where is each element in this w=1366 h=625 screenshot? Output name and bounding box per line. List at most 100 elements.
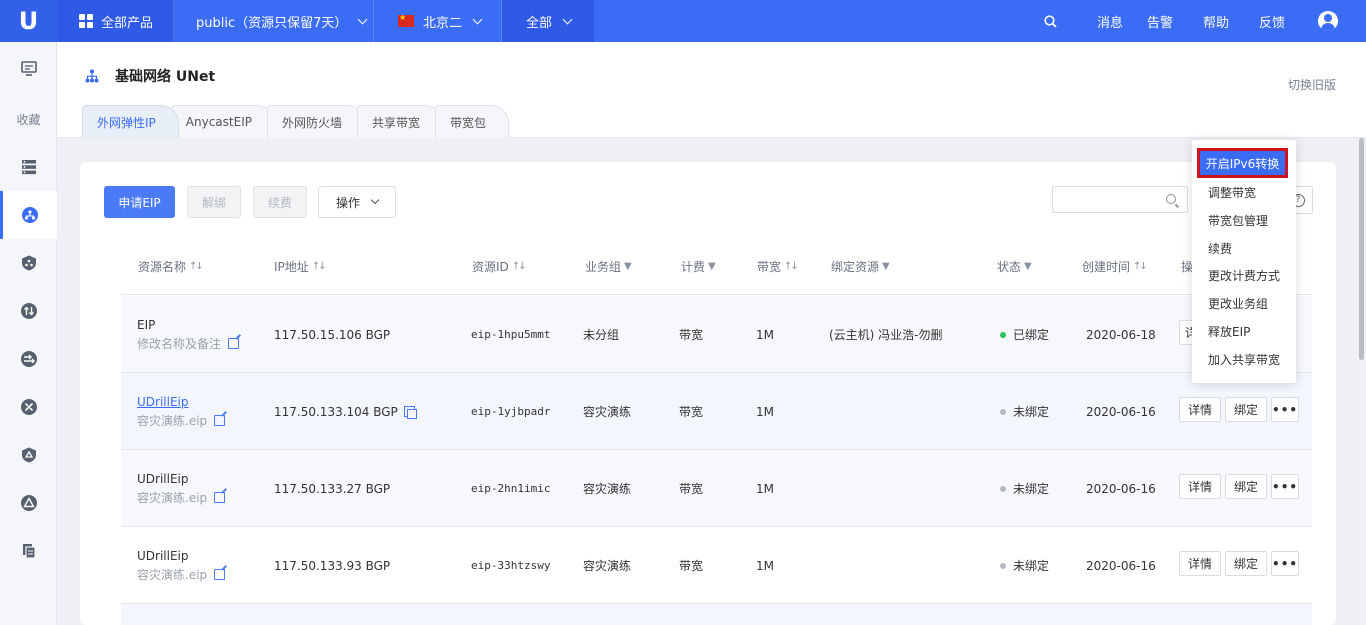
menu-item-change-billing[interactable]: 更改计费方式 [1208, 267, 1280, 284]
more-actions-button[interactable]: ••• [1271, 397, 1300, 422]
help-link[interactable]: 帮助 [1203, 0, 1229, 42]
billing-type: 带宽 [679, 559, 704, 573]
apply-eip-button[interactable]: 申请EIP [104, 186, 175, 218]
sidebar-item-security[interactable] [0, 239, 57, 287]
detail-button[interactable]: 详情 [1179, 397, 1222, 422]
column-header-created[interactable]: 创建时间 ↑↓ [1082, 238, 1148, 295]
row-actions: 详情 绑定 ••• [1179, 551, 1300, 576]
column-header-billing[interactable]: 计费 ▼ [681, 238, 716, 295]
project-selector[interactable]: public（资源只保留7天） [174, 0, 374, 42]
sidebar-item-transfer[interactable] [0, 287, 57, 335]
table-row[interactable]: EIP 修改名称及备注 117.50.15.106 BGP eip-1hpu5m… [121, 296, 1312, 373]
page-title-text: 基础网络 UNet [115, 69, 216, 85]
edit-icon[interactable] [214, 569, 226, 580]
search-input[interactable] [1052, 186, 1188, 213]
top-navigation-bar: U 全部产品 public（资源只保留7天） 北京二 全部 消息 告警 帮助 反… [0, 0, 1366, 42]
messages-link[interactable]: 消息 [1097, 0, 1123, 42]
sidebar-item-gateway[interactable] [0, 335, 57, 383]
more-actions-button[interactable]: ••• [1271, 474, 1300, 499]
sidebar: 收藏 [0, 42, 57, 625]
more-actions-button[interactable]: ••• [1271, 551, 1300, 576]
menu-item-adjust-bandwidth[interactable]: 调整带宽 [1208, 184, 1256, 201]
sidebar-item-documents[interactable] [0, 527, 57, 575]
bind-button[interactable]: 绑定 [1225, 474, 1268, 499]
bandwidth-value: 1M [756, 481, 774, 496]
ip-address: 117.50.133.104 BGP [274, 404, 398, 419]
page-scrollbar[interactable] [1357, 138, 1366, 625]
china-flag-icon [398, 13, 414, 27]
resource-id: eip-1yjbpadr [471, 405, 551, 418]
tab-anycast-eip[interactable]: AnycastEIP [170, 105, 275, 138]
edit-icon[interactable] [228, 338, 240, 349]
tab-firewall[interactable]: 外网防火墙 [266, 105, 365, 138]
remark-text: 容灾演练.eip [137, 413, 208, 428]
header-label: IP地址 [274, 260, 309, 274]
menu-item-release-eip[interactable]: 释放EIP [1208, 323, 1250, 340]
column-header-group[interactable]: 业务组 ▼ [585, 238, 632, 295]
column-header-status[interactable]: 状态 ▼ [997, 238, 1032, 295]
network-icon [22, 207, 38, 223]
filter-icon: ▼ [708, 261, 716, 272]
sidebar-item-database[interactable] [0, 143, 57, 191]
table-row[interactable] [121, 604, 1312, 625]
sidebar-item-monitor[interactable] [0, 44, 57, 92]
bandwidth-value: 1M [756, 404, 774, 419]
column-header-ip[interactable]: IP地址 ↑↓ [274, 238, 327, 295]
column-header-id[interactable]: 资源ID ↑↓ [472, 238, 527, 295]
unbind-button[interactable]: 解绑 [187, 186, 241, 218]
copy-icon[interactable] [403, 406, 417, 419]
triangle-circle-icon [20, 495, 37, 511]
feedback-link[interactable]: 反馈 [1259, 0, 1285, 42]
table-row[interactable]: UDrillEip 容灾演练.eip 117.50.133.104 BGP ei… [121, 373, 1312, 450]
menu-item-change-group[interactable]: 更改业务组 [1208, 295, 1268, 312]
resource-name: UDrillEip [137, 471, 189, 486]
renew-button[interactable]: 续费 [253, 186, 307, 218]
filter-icon: ▼ [882, 261, 890, 272]
region-selector[interactable]: 北京二 [374, 0, 502, 42]
column-header-bound[interactable]: 绑定资源 ▼ [831, 238, 890, 295]
sidebar-item-protection[interactable] [0, 431, 57, 479]
menu-item-renew[interactable]: 续费 [1208, 240, 1232, 257]
user-avatar[interactable] [1318, 0, 1338, 42]
filter-icon: ▼ [624, 261, 632, 272]
sidebar-item-cdn[interactable] [0, 479, 57, 527]
sidebar-item-favorites[interactable]: 收藏 [0, 95, 57, 143]
edit-icon[interactable] [214, 415, 226, 426]
sidebar-item-network[interactable] [0, 191, 57, 239]
switch-old-version-link[interactable]: 切换旧版 [1288, 76, 1336, 93]
edit-icon[interactable] [214, 492, 226, 503]
business-group: 容灾演练 [583, 559, 632, 573]
scope-selector[interactable]: 全部 [502, 0, 594, 42]
column-header-bandwidth[interactable]: 带宽 ↑↓ [757, 238, 799, 295]
tab-elastic-ip[interactable]: 外网弹性IP [82, 105, 179, 138]
business-group: 容灾演练 [583, 405, 632, 419]
bound-resource[interactable]: (云主机) 冯业浩-勿删 [829, 296, 943, 373]
table-header: 资源名称 ↑↓ IP地址 ↑↓ 资源ID ↑↓ 业务组 ▼ 计费 ▼ 带宽 ↑↓ 绑定资源 ▼… [121, 238, 1312, 295]
menu-item-join-shared-bandwidth[interactable]: 加入共享带宽 [1208, 351, 1280, 368]
sidebar-item-tools[interactable] [0, 383, 57, 431]
bind-button[interactable]: 绑定 [1225, 551, 1268, 576]
table-row[interactable]: UDrillEip 容灾演练.eip 117.50.133.93 BGP eip… [121, 527, 1312, 604]
scrollbar-thumb[interactable] [1359, 138, 1364, 360]
detail-button[interactable]: 详情 [1179, 474, 1222, 499]
chevron-down-icon [370, 195, 380, 205]
menu-item-enable-ipv6[interactable]: 开启IPv6转换 [1197, 148, 1288, 178]
alerts-link[interactable]: 告警 [1147, 0, 1173, 42]
column-header-name[interactable]: 资源名称 ↑↓ [138, 238, 204, 295]
tab-shared-bandwidth[interactable]: 共享带宽 [356, 105, 443, 138]
operations-dropdown-button[interactable]: 操作 [318, 186, 396, 218]
all-products-menu[interactable]: 全部产品 [57, 0, 174, 42]
ucloud-logo[interactable]: U [0, 0, 57, 42]
business-group: 容灾演练 [583, 482, 632, 496]
all-products-label: 全部产品 [101, 15, 154, 31]
resource-name-link[interactable]: UDrillEip [137, 393, 189, 411]
detail-button[interactable]: 详情 [1179, 551, 1222, 576]
bind-button[interactable]: 绑定 [1225, 397, 1268, 422]
menu-item-bandwidth-package[interactable]: 带宽包管理 [1208, 212, 1268, 229]
sort-icon: ↑↓ [189, 261, 204, 272]
tab-bandwidth-package[interactable]: 带宽包 [435, 105, 510, 138]
header-label: 状态 [997, 260, 1022, 274]
table-row[interactable]: UDrillEip 容灾演练.eip 117.50.133.27 BGP eip… [121, 450, 1312, 527]
search-icon[interactable] [1044, 0, 1057, 42]
header-label: 带宽 [757, 260, 782, 274]
